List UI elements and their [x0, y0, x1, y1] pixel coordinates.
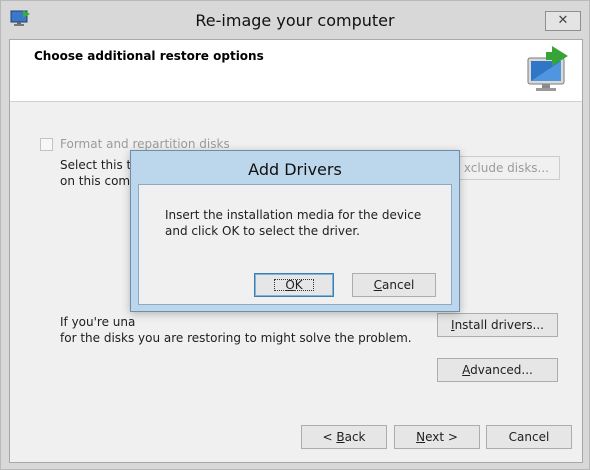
exclude-disks-label: xclude disks... [463, 161, 549, 175]
computer-restore-icon [527, 46, 568, 91]
drivers-note-line1: If you're una [60, 315, 136, 329]
next-label: ext > [425, 430, 458, 444]
advanced-button[interactable]: Advanced... [437, 358, 558, 382]
dialog-message: Insert the installation media for the de… [165, 208, 422, 238]
format-disks-label: Format and repartition disks [60, 137, 230, 151]
format-disks-checkbox[interactable] [40, 138, 53, 151]
cancel-label: Cancel [508, 430, 550, 444]
install-drivers-label: nstall drivers... [454, 318, 544, 332]
back-mnemonic: B [336, 430, 345, 444]
cancel-button[interactable]: Cancel [486, 425, 572, 449]
ok-label: K [294, 278, 303, 292]
next-button[interactable]: Next > [394, 425, 480, 449]
dialog-cancel-mnemonic: C [373, 278, 383, 292]
title-bar: Re-image your computer ✕ [1, 1, 589, 39]
close-icon: ✕ [557, 13, 569, 28]
add-drivers-dialog: Add Drivers Insert the installation medi… [130, 150, 460, 312]
back-prefix: < [322, 430, 337, 444]
ok-button[interactable]: OK [254, 273, 334, 297]
dialog-body: Insert the installation media for the de… [138, 184, 452, 305]
back-button[interactable]: < Back [301, 425, 387, 449]
advanced-mnemonic: A [462, 363, 471, 377]
drivers-note: If you're una for the disks you are rest… [60, 314, 412, 346]
drivers-note-line2: for the disks you are restoring to might… [60, 331, 412, 345]
next-mnemonic: N [416, 430, 426, 444]
dialog-cancel-button[interactable]: Cancel [352, 273, 436, 297]
ok-focus: OK [271, 276, 316, 294]
dialog-title: Add Drivers [248, 160, 342, 179]
ok-mnemonic: O [285, 278, 295, 292]
install-drivers-button[interactable]: Install drivers... [437, 313, 558, 337]
wizard-header: Choose additional restore options [10, 40, 582, 102]
close-button[interactable]: ✕ [545, 11, 581, 31]
back-label: ack [344, 430, 366, 444]
window-title: Re-image your computer [195, 11, 395, 30]
dialog-cancel-label: ancel [382, 278, 415, 292]
advanced-label: dvanced... [470, 363, 533, 377]
page-title: Choose additional restore options [34, 49, 264, 63]
